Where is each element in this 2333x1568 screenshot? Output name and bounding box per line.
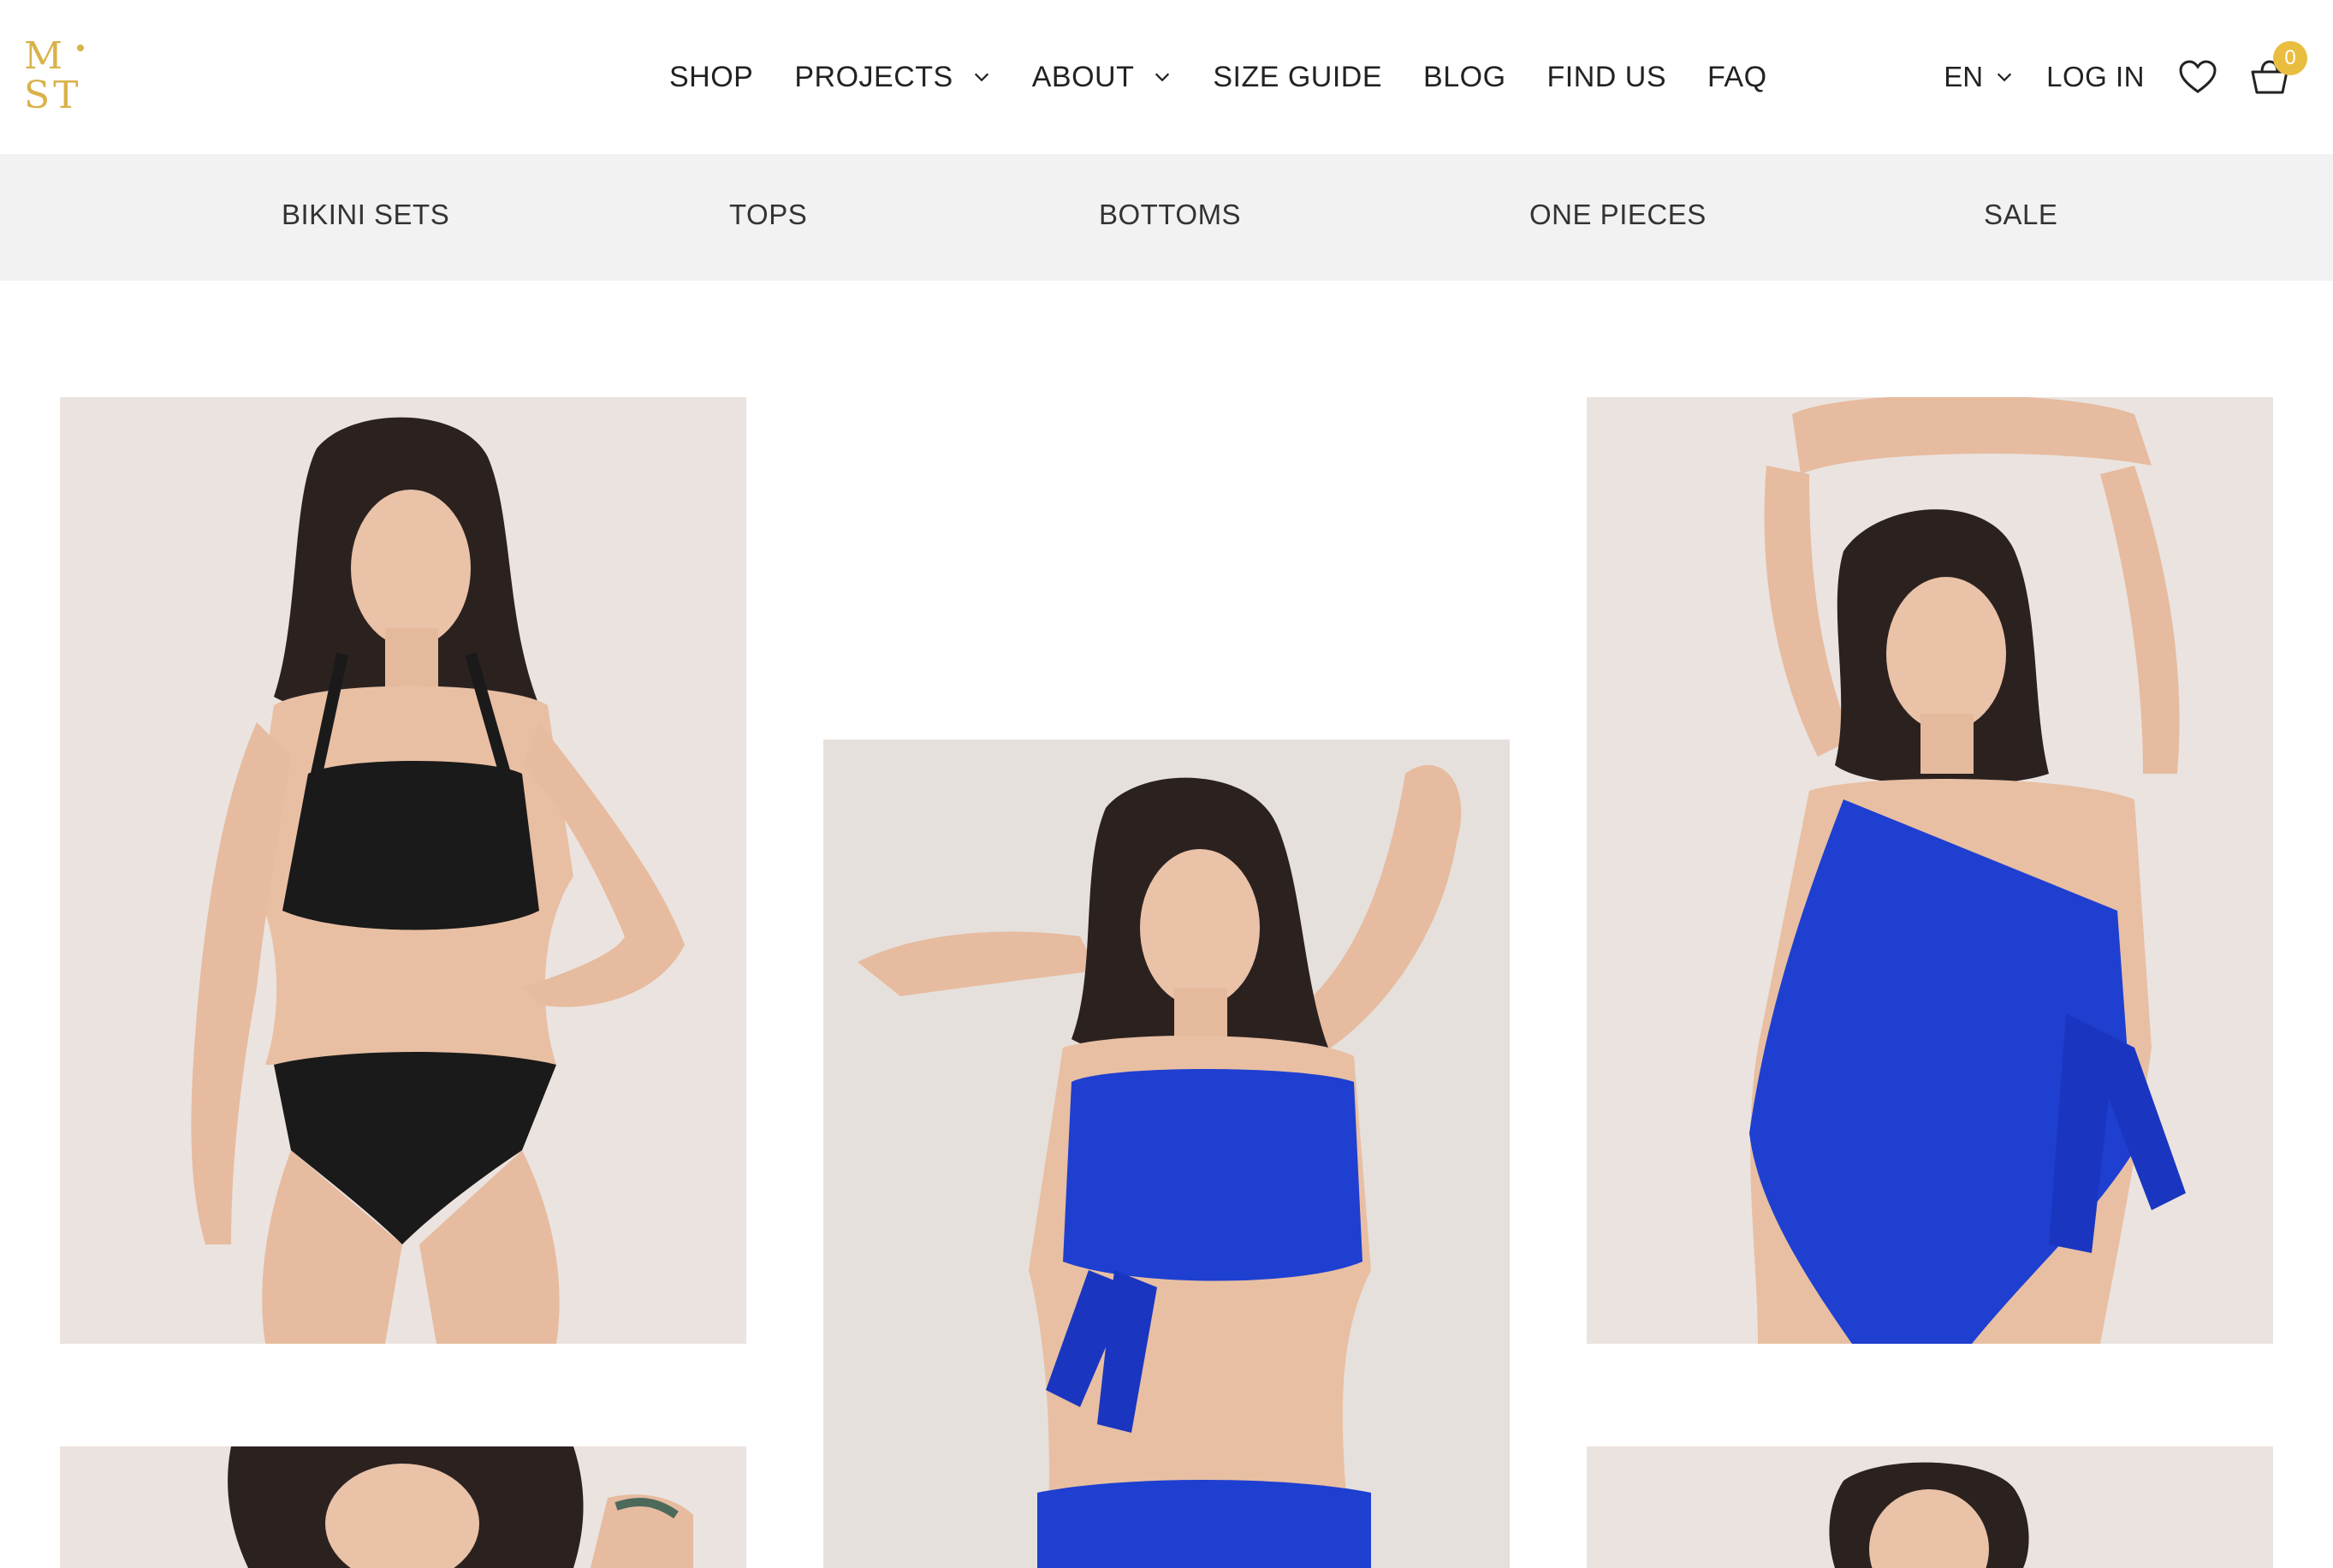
product-image <box>823 739 1510 1568</box>
nav-size-guide[interactable]: SIZE GUIDE <box>1213 61 1382 94</box>
category-sale[interactable]: SALE <box>1984 199 2057 231</box>
product-card-partial-right[interactable] <box>1587 1446 2273 1568</box>
category-bottoms[interactable]: BOTTOMS <box>1099 199 1241 231</box>
chevron-down-icon <box>1155 73 1170 82</box>
product-card-partial-left[interactable] <box>60 1446 746 1568</box>
category-nav: BIKINI SETS TOPS BOTTOMS ONE PIECES SALE <box>0 154 2333 281</box>
product-image <box>60 397 746 1344</box>
nav-blog-label: BLOG <box>1423 60 1506 93</box>
category-one-pieces-label: ONE PIECES <box>1529 199 1707 230</box>
nav-faq[interactable]: FAQ <box>1707 61 1767 94</box>
category-bottoms-label: BOTTOMS <box>1099 199 1242 230</box>
nav-about-label: ABOUT <box>1031 60 1135 93</box>
category-bikini-sets-label: BIKINI SETS <box>282 199 450 230</box>
chevron-down-icon <box>974 73 988 82</box>
logo-line-2: ST <box>24 74 82 117</box>
language-selector[interactable]: EN <box>1944 61 2014 93</box>
logo-dot <box>77 45 84 51</box>
category-tops-label: TOPS <box>729 199 808 230</box>
nav-projects[interactable]: PROJECTS <box>794 61 990 94</box>
nav-find-us-label: FIND US <box>1546 60 1667 93</box>
nav-about[interactable]: ABOUT <box>1032 61 1172 94</box>
brand-logo[interactable]: M ST <box>24 38 92 115</box>
nav-projects-label: PROJECTS <box>794 60 953 93</box>
header-tools: EN LOG IN 0 <box>1944 41 2307 104</box>
nav-faq-label: FAQ <box>1707 60 1767 93</box>
chevron-down-icon <box>1998 73 2012 82</box>
nav-shop[interactable]: SHOP <box>669 60 754 111</box>
category-sale-label: SALE <box>1984 199 2058 230</box>
wishlist-button[interactable] <box>2177 56 2218 98</box>
cart-button[interactable]: 0 <box>2249 41 2307 98</box>
product-image <box>1587 1446 2273 1568</box>
product-image <box>60 1446 746 1568</box>
nav-shop-label: SHOP <box>669 60 754 93</box>
main-nav: SHOP PROJECTS ABOUT SIZE GUIDE BLOG FIND… <box>669 50 1767 111</box>
product-image <box>1587 397 2273 1344</box>
category-one-pieces[interactable]: ONE PIECES <box>1529 199 1707 231</box>
product-card-blue-one-piece[interactable] <box>1587 397 2273 1344</box>
language-label: EN <box>1944 61 1984 92</box>
category-bikini-sets[interactable]: BIKINI SETS <box>282 192 450 233</box>
category-tops[interactable]: TOPS <box>729 199 807 231</box>
product-card-black-bikini-set[interactable] <box>60 397 746 1344</box>
product-card-blue-wrap-bikini[interactable] <box>823 739 1510 1568</box>
logo-line-1: M <box>24 34 67 78</box>
heart-icon <box>2179 60 2217 93</box>
nav-find-us[interactable]: FIND US <box>1547 61 1667 94</box>
nav-blog[interactable]: BLOG <box>1423 61 1505 94</box>
site-header: M ST SHOP PROJECTS ABOUT SIZE GUIDE BLOG… <box>0 0 2333 154</box>
cart-count-badge: 0 <box>2273 41 2307 75</box>
login-link[interactable]: LOG IN <box>2046 61 2145 93</box>
nav-size-guide-label: SIZE GUIDE <box>1213 60 1383 93</box>
